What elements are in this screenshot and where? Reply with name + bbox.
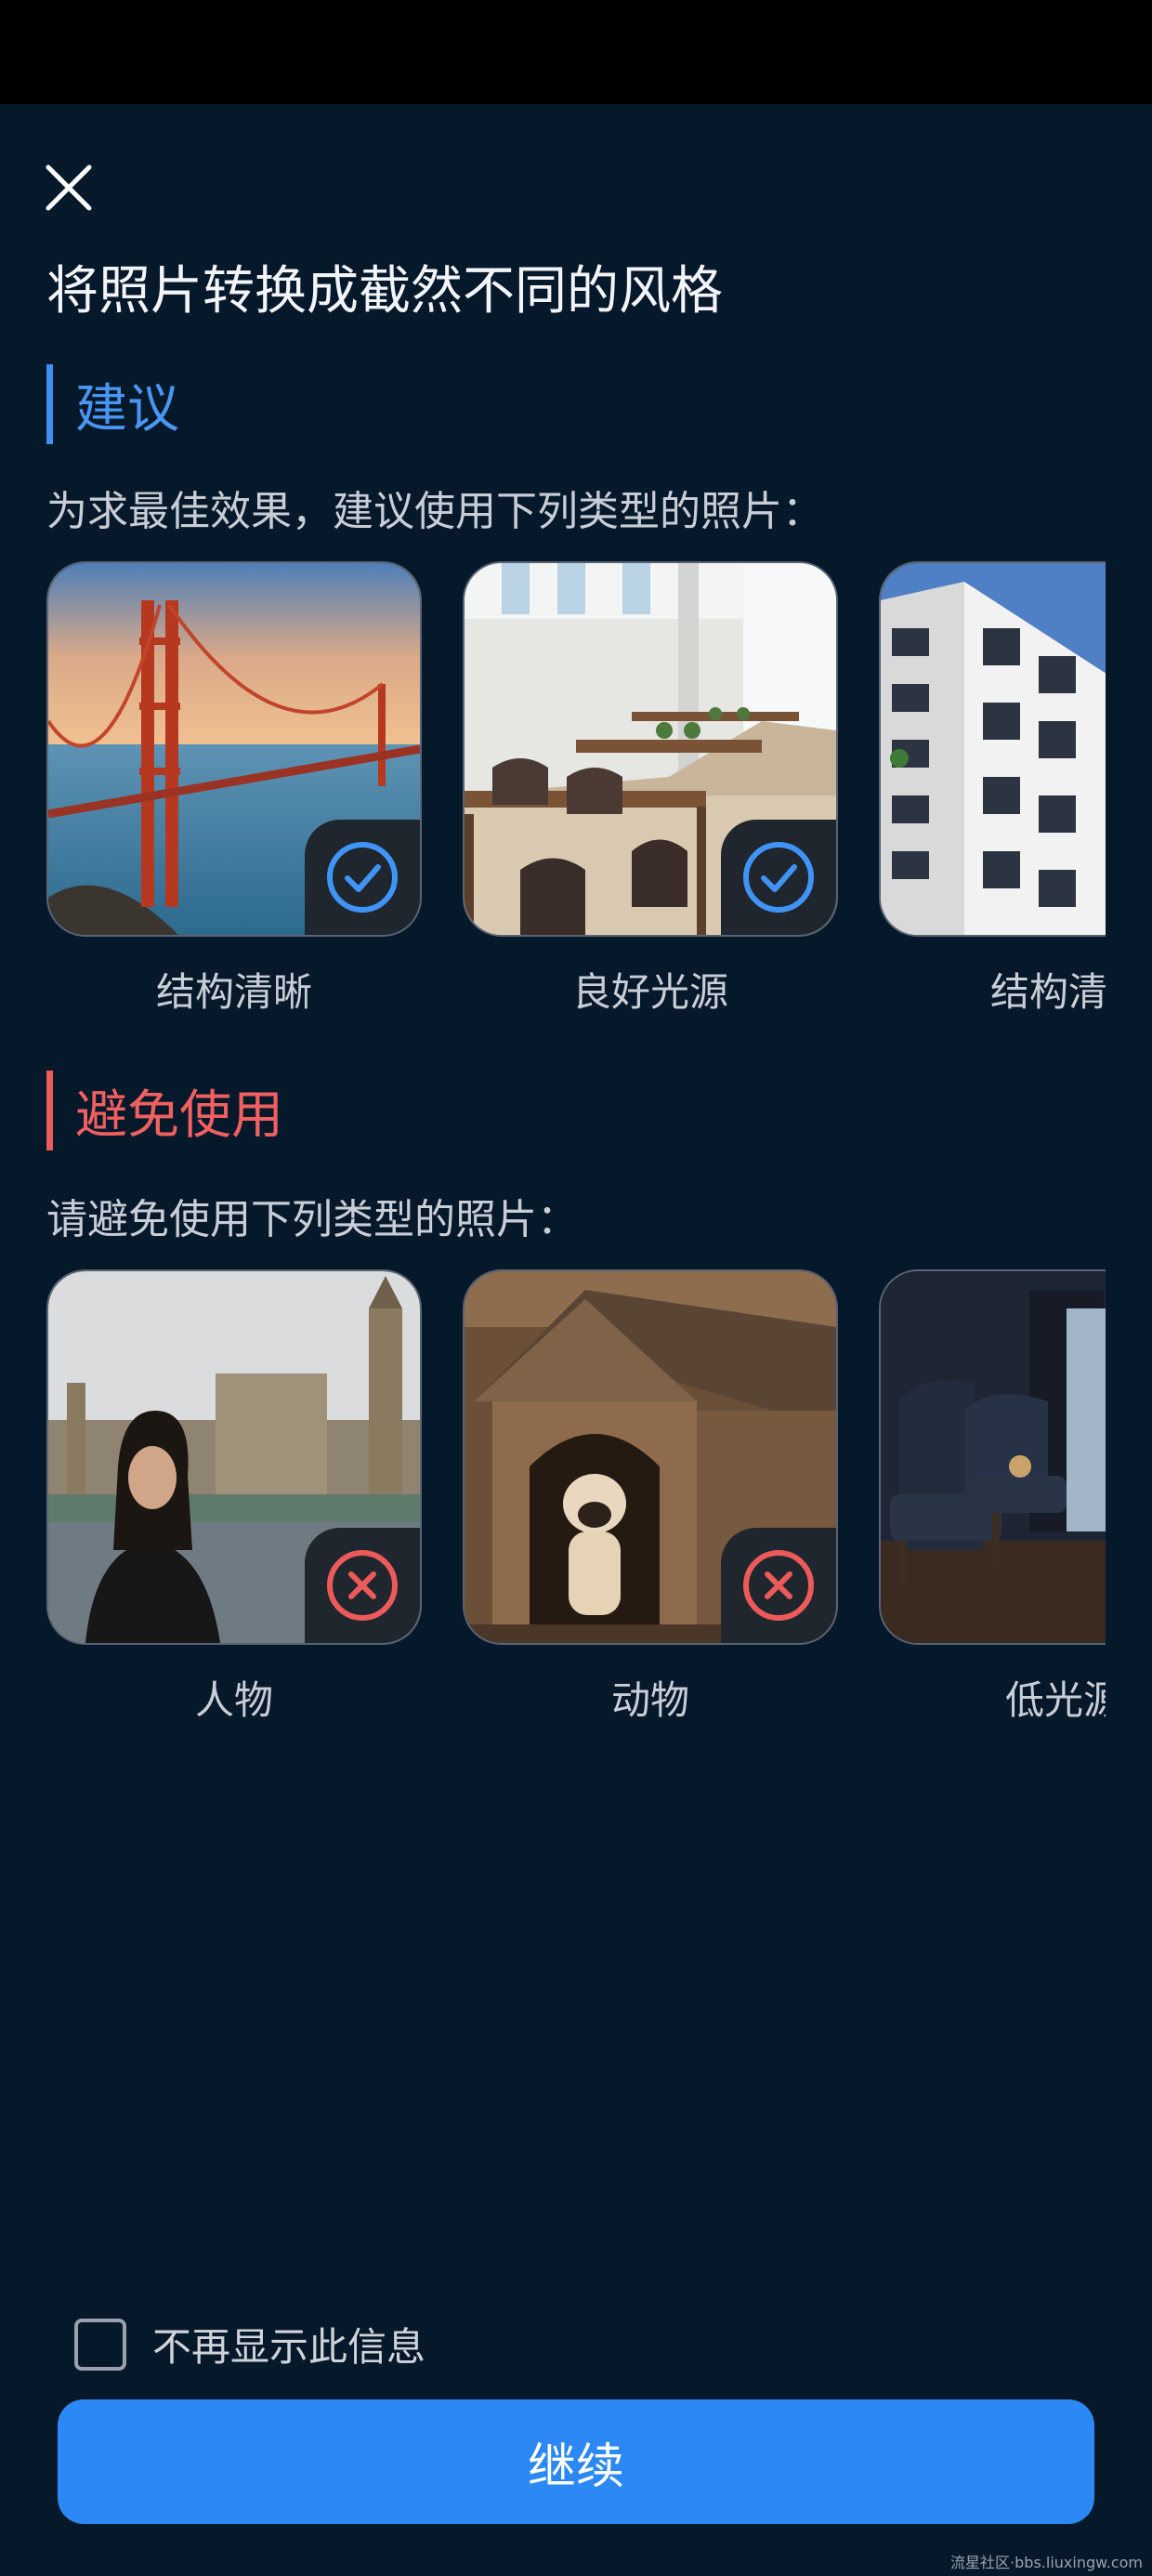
bridge-photo xyxy=(46,561,422,937)
page-title: 将照片转换成截然不同的风格 xyxy=(46,261,723,322)
avoid-card-low-light[interactable]: 低光源 xyxy=(879,1269,1106,1726)
card-label: 结构清 xyxy=(990,969,1106,1015)
card-label: 结构清晰 xyxy=(155,969,312,1015)
status-bar xyxy=(0,0,1152,104)
person-photo xyxy=(46,1269,422,1645)
avoid-photo-row[interactable]: 人物 动物 低光源 xyxy=(46,1269,1106,1734)
cafe-photo xyxy=(463,561,838,937)
avoid-heading: 避免使用 xyxy=(46,1071,283,1150)
check-circle-icon xyxy=(327,842,398,913)
avoid-card-person[interactable]: 人物 xyxy=(46,1269,422,1726)
suggest-photo-row[interactable]: 结构清晰 良好光源 结构清 xyxy=(46,561,1106,1026)
suggest-badge xyxy=(721,820,836,935)
x-circle-icon xyxy=(327,1550,398,1621)
low-light-photo xyxy=(879,1269,1106,1645)
dont-show-again-label[interactable]: 不再显示此信息 xyxy=(152,2316,425,2372)
suggest-description: 为求最佳效果，建议使用下列类型的照片： xyxy=(46,488,823,535)
card-label: 动物 xyxy=(610,1677,689,1723)
card-label: 良好光源 xyxy=(571,969,728,1015)
close-button[interactable] xyxy=(39,158,98,217)
close-icon xyxy=(46,164,92,211)
watermark: 流星社区·bbs.liuxingw.com xyxy=(950,2554,1143,2571)
suggest-badge xyxy=(305,820,420,935)
suggest-card-lighting[interactable]: 良好光源 xyxy=(463,561,838,1018)
dog-photo xyxy=(463,1269,838,1645)
x-circle-icon xyxy=(743,1550,814,1621)
suggest-heading: 建议 xyxy=(46,364,179,444)
building-photo xyxy=(879,561,1106,937)
suggest-card-structure[interactable]: 结构清晰 xyxy=(46,561,422,1018)
suggest-card-structure-2[interactable]: 结构清 xyxy=(879,561,1106,1018)
continue-button[interactable]: 继续 xyxy=(58,2399,1094,2524)
check-circle-icon xyxy=(743,842,814,913)
avoid-badge xyxy=(721,1528,836,1643)
card-label: 低光源 xyxy=(1005,1677,1106,1723)
dont-show-again-checkbox[interactable] xyxy=(74,2318,126,2371)
card-label: 人物 xyxy=(194,1677,273,1723)
avoid-card-animal[interactable]: 动物 xyxy=(463,1269,838,1726)
avoid-badge xyxy=(305,1528,420,1643)
dont-show-again-row[interactable]: 不再显示此信息 xyxy=(74,2316,425,2372)
avoid-description: 请避免使用下列类型的照片： xyxy=(46,1196,578,1243)
